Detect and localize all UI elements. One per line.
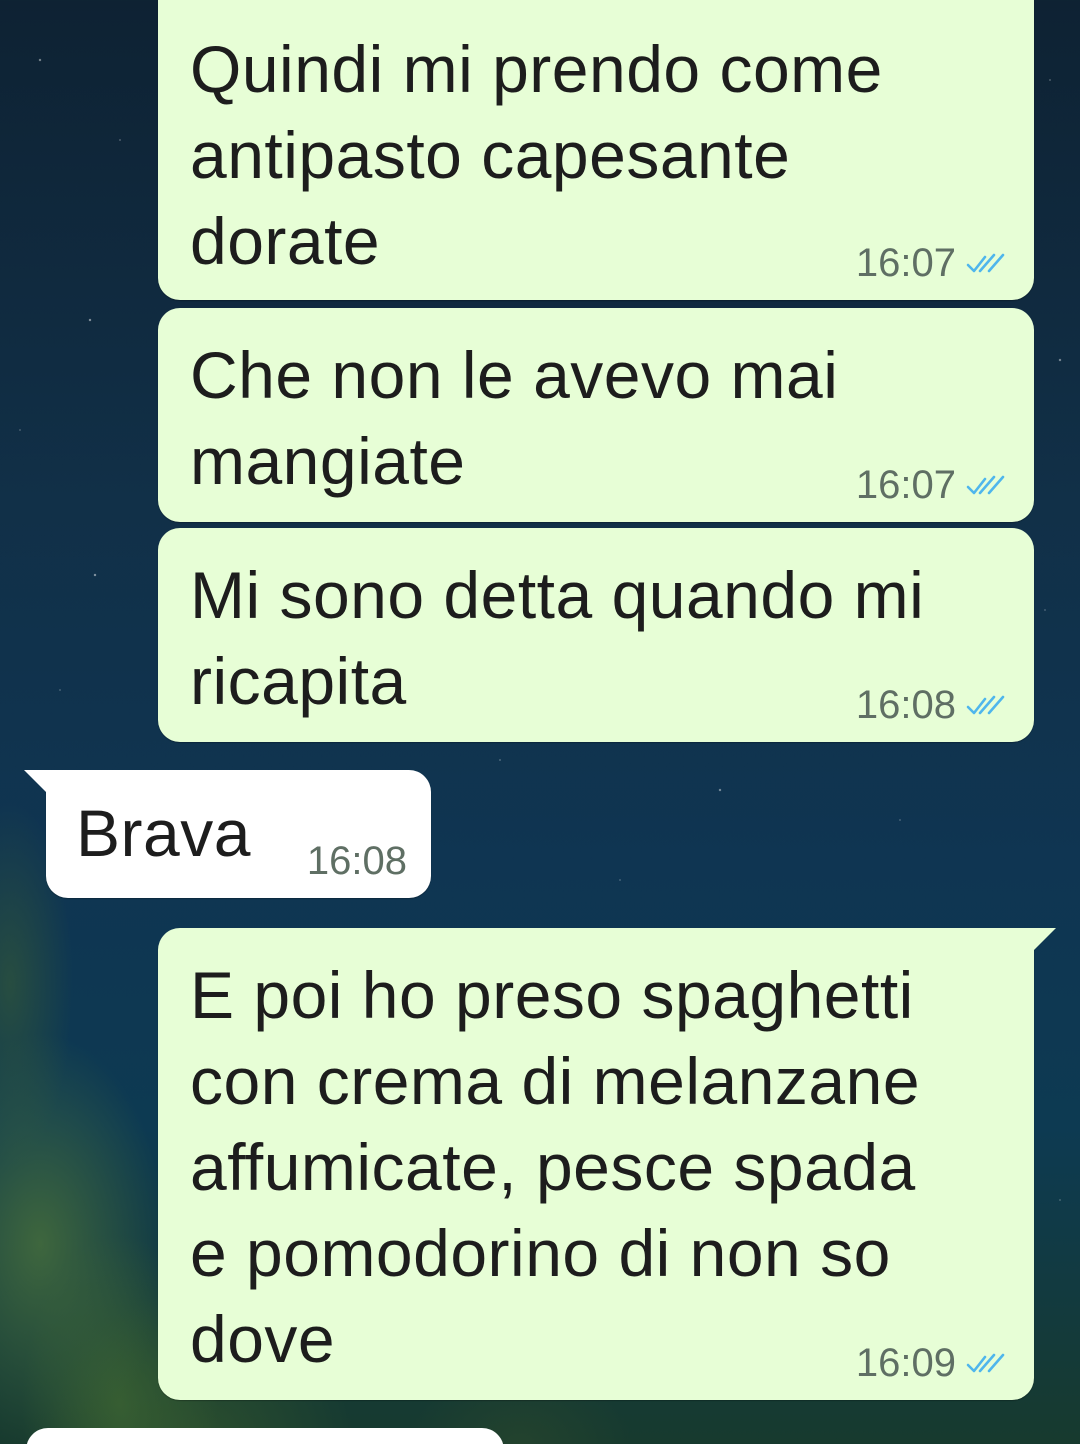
double-check-read-icon bbox=[966, 475, 1005, 494]
message-text: Quindi mi prendo come antipasto capesant… bbox=[190, 32, 883, 278]
bubble-tail bbox=[24, 770, 48, 794]
message-text: Che non le avevo mai mangiate bbox=[190, 338, 839, 498]
message-text: Brava bbox=[76, 796, 251, 870]
message-meta: 16:08 bbox=[856, 683, 1006, 728]
double-check-read-icon bbox=[966, 695, 1005, 714]
message-time: 16:09 bbox=[855, 1341, 956, 1385]
message-meta: 16:09 bbox=[856, 1341, 1006, 1386]
message-time: 16:07 bbox=[855, 463, 956, 507]
message-meta: 16:07 bbox=[856, 463, 1006, 508]
incoming-message-partial[interactable] bbox=[26, 1428, 504, 1444]
incoming-message[interactable]: Brava 16:08 bbox=[24, 770, 431, 898]
outgoing-message[interactable]: Quindi mi prendo come antipasto capesant… bbox=[158, 0, 1034, 300]
message-time: 16:08 bbox=[306, 839, 407, 883]
message-meta: 16:07 bbox=[856, 241, 1006, 286]
bubble-tail bbox=[1032, 928, 1056, 952]
outgoing-message[interactable]: Mi sono detta quando mi ricapita 16:08 bbox=[158, 528, 1034, 742]
outgoing-message[interactable]: E poi ho preso spaghetti con crema di me… bbox=[158, 928, 1056, 1400]
message-time: 16:08 bbox=[855, 683, 956, 727]
message-time: 16:07 bbox=[855, 241, 956, 285]
double-check-read-icon bbox=[966, 253, 1005, 272]
outgoing-message[interactable]: Che non le avevo mai mangiate 16:07 bbox=[158, 308, 1034, 522]
message-meta: 16:08 bbox=[307, 839, 407, 884]
message-text: Mi sono detta quando mi ricapita bbox=[190, 558, 925, 718]
double-check-read-icon bbox=[966, 1353, 1005, 1372]
message-text: E poi ho preso spaghetti con crema di me… bbox=[190, 958, 921, 1376]
